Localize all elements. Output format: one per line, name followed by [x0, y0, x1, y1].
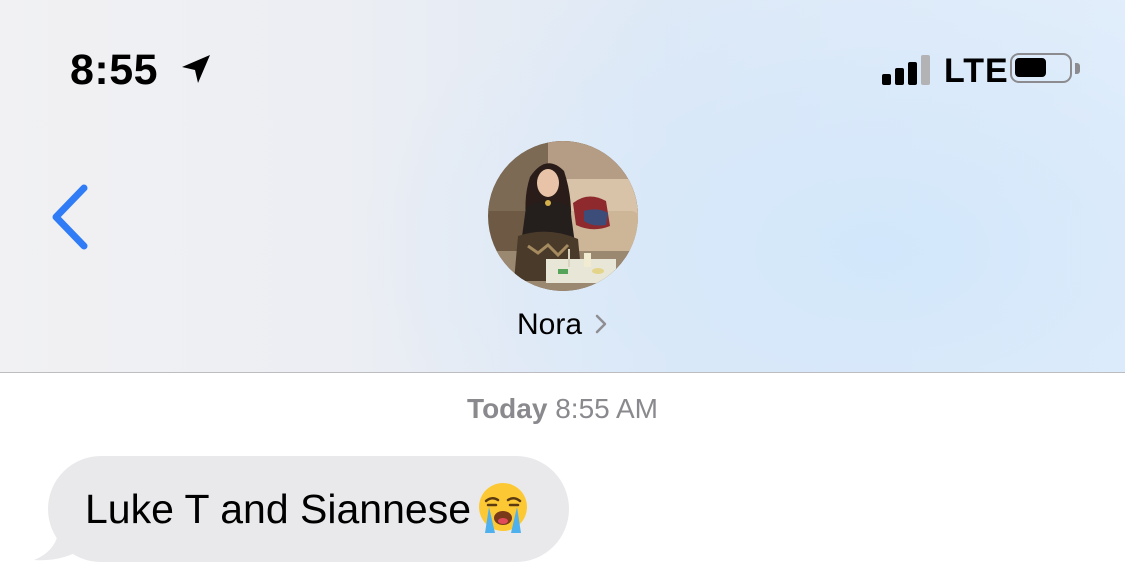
contact-name-button[interactable]: Nora [0, 306, 1125, 344]
status-time: 8:55 [70, 46, 159, 94]
message-text: Luke T and Siannese [85, 486, 472, 532]
battery-icon [1010, 53, 1072, 83]
incoming-message[interactable]: Luke T and Siannese [28, 456, 628, 566]
chevron-right-icon [595, 314, 607, 334]
message-timestamp: Today 8:55 AM [0, 391, 1125, 427]
battery-level [1015, 58, 1046, 77]
battery-terminal [1075, 63, 1080, 74]
messages-screen: 8:55 LTE Nora Today 8:55 AM Luke T and S… [0, 0, 1125, 576]
location-arrow-icon [182, 55, 210, 83]
chevron-left-icon[interactable] [44, 180, 98, 254]
contact-name: Nora [516, 308, 583, 341]
loudly-crying-face-emoji [479, 483, 528, 533]
network-type: LTE [944, 52, 1009, 90]
cellular-signal-icon [882, 55, 934, 85]
message-bubble: Luke T and Siannese [48, 456, 570, 562]
conversation-header: 8:55 LTE Nora [0, 0, 1125, 373]
contact-photo [488, 141, 638, 291]
timestamp-time: 8:55 AM [555, 393, 658, 424]
contact-avatar[interactable] [488, 141, 638, 291]
timestamp-day: Today [467, 393, 548, 424]
